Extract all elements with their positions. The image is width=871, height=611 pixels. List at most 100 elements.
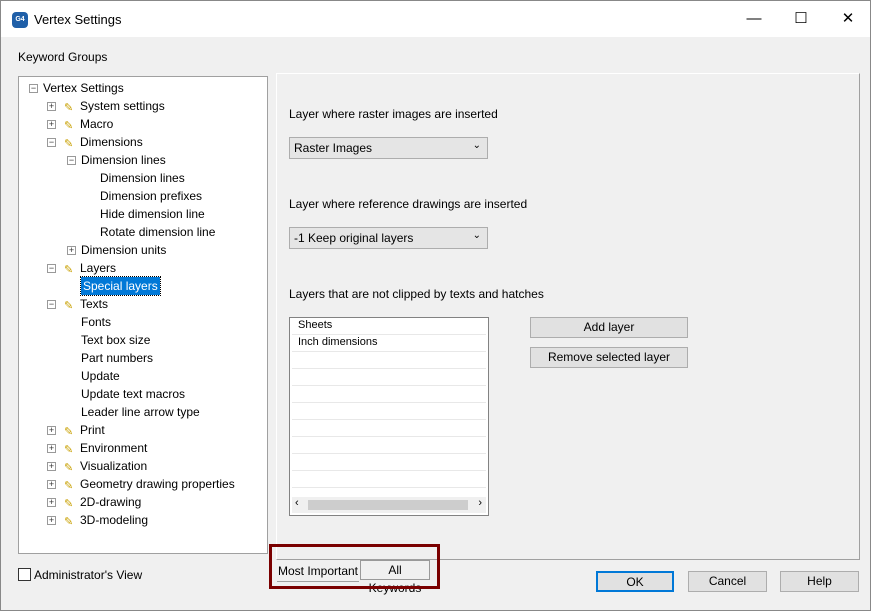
expand-icon[interactable]: +	[67, 246, 76, 255]
tree-node[interactable]: − Dimension lines	[19, 151, 267, 169]
keyword-groups-tree[interactable]: − Vertex Settings + ✎ System settings + ✎ Macro…	[18, 76, 268, 554]
tree-node[interactable]: + ✎ 3D-modeling	[19, 511, 267, 529]
keyword-groups-label: Keyword Groups	[18, 50, 108, 64]
window-title: Vertex Settings	[34, 12, 122, 27]
close-button[interactable]: ✕	[833, 7, 863, 31]
list-item[interactable]	[292, 437, 486, 454]
tree-node-label: Text box size	[81, 333, 151, 347]
tree-node-label: Update text macros	[81, 387, 186, 401]
tree-node[interactable]: + ✎ System settings	[19, 97, 267, 115]
list-item[interactable]: Inch dimensions	[292, 335, 486, 352]
keyword-group-icon: ✎	[64, 426, 74, 438]
collapse-icon[interactable]: −	[67, 156, 76, 165]
tree-node-label: System settings	[80, 99, 165, 113]
tree-node[interactable]: − ✎ Layers	[19, 259, 267, 277]
not-clipped-label: Layers that are not clipped by texts and…	[289, 287, 544, 301]
keyword-group-icon: ✎	[64, 516, 74, 528]
tree-node-label: Rotate dimension line	[100, 225, 216, 239]
horizontal-scrollbar[interactable]: ‹ ›	[292, 497, 486, 513]
tree-node[interactable]: Dimension lines	[19, 169, 267, 187]
tree-node[interactable]: + Dimension units	[19, 241, 267, 259]
administrators-view-checkbox[interactable]	[18, 568, 31, 581]
expand-icon[interactable]: +	[47, 480, 56, 489]
expand-icon[interactable]: +	[47, 426, 56, 435]
collapse-icon[interactable]: −	[47, 300, 56, 309]
scroll-right-icon[interactable]: ›	[478, 497, 482, 509]
list-item[interactable]	[292, 420, 486, 437]
keyword-group-icon: ✎	[64, 480, 74, 492]
keyword-group-icon: ✎	[64, 264, 74, 276]
list-item[interactable]	[292, 454, 486, 471]
expand-icon[interactable]: +	[47, 516, 56, 525]
expand-icon[interactable]: +	[47, 102, 56, 111]
tree-node[interactable]: Part numbers	[19, 349, 267, 367]
expand-icon[interactable]: +	[47, 498, 56, 507]
expand-icon[interactable]: +	[47, 120, 56, 129]
tree-node[interactable]: − ✎ Dimensions	[19, 133, 267, 151]
tree-node[interactable]: Dimension prefixes	[19, 187, 267, 205]
keyword-group-icon: ✎	[64, 120, 74, 132]
chevron-down-icon: ⌄	[472, 140, 481, 151]
tree-node-label: Geometry drawing properties	[80, 477, 235, 491]
tree-node[interactable]: + ✎ Macro	[19, 115, 267, 133]
tree-node-label: Dimension lines	[100, 171, 185, 185]
collapse-icon[interactable]: −	[47, 264, 56, 273]
keyword-group-icon: ✎	[64, 498, 74, 510]
collapse-icon[interactable]: −	[47, 138, 56, 147]
reference-layer-value: -1 Keep original layers	[294, 231, 414, 245]
tree-node[interactable]: − Vertex Settings	[19, 79, 267, 97]
tree-node-label: Dimension units	[81, 243, 167, 257]
ok-button[interactable]: OK	[596, 571, 674, 592]
tree-node[interactable]: + ✎ Print	[19, 421, 267, 439]
list-item[interactable]	[292, 386, 486, 403]
add-layer-button[interactable]: Add layer	[530, 317, 688, 338]
tree-node[interactable]: Leader line arrow type	[19, 403, 267, 421]
tree-node[interactable]: Rotate dimension line	[19, 223, 267, 241]
tree-node-label: Dimension prefixes	[100, 189, 203, 203]
list-item[interactable]: Sheets	[292, 318, 486, 335]
collapse-icon[interactable]: −	[29, 84, 38, 93]
help-button[interactable]: Help	[780, 571, 859, 592]
tree-node[interactable]: Hide dimension line	[19, 205, 267, 223]
raster-layer-value: Raster Images	[294, 141, 373, 155]
tree-node-label: 2D-drawing	[80, 495, 142, 509]
tree-node[interactable]: Update text macros	[19, 385, 267, 403]
tree-node[interactable]: Fonts	[19, 313, 267, 331]
list-item[interactable]	[292, 471, 486, 488]
keyword-group-icon: ✎	[64, 444, 74, 456]
tree-node[interactable]: − ✎ Texts	[19, 295, 267, 313]
app-icon: G4	[12, 12, 28, 28]
expand-icon[interactable]: +	[47, 462, 56, 471]
reference-layer-select[interactable]: -1 Keep original layers ⌄	[289, 227, 488, 249]
tree-node[interactable]: Special layers	[19, 276, 267, 296]
scroll-left-icon[interactable]: ‹	[295, 497, 299, 509]
cancel-button[interactable]: Cancel	[688, 571, 767, 592]
tree-node-label: Special layers	[80, 276, 161, 296]
tree-node-label: Hide dimension line	[100, 207, 205, 221]
tree-node-label: Macro	[80, 117, 114, 131]
expand-icon[interactable]: +	[47, 444, 56, 453]
minimize-button[interactable]: —	[739, 7, 769, 31]
not-clipped-layers-list[interactable]: Sheets Inch dimensions ‹ ›	[289, 317, 489, 516]
tree-node-label: Leader line arrow type	[81, 405, 200, 419]
scroll-thumb[interactable]	[308, 500, 468, 510]
tree-node[interactable]: Text box size	[19, 331, 267, 349]
keyword-group-icon: ✎	[64, 138, 74, 150]
tree-node[interactable]: + ✎ Geometry drawing properties	[19, 475, 267, 493]
raster-layer-select[interactable]: Raster Images ⌄	[289, 137, 488, 159]
tree-node[interactable]: + ✎ Environment	[19, 439, 267, 457]
tree-node[interactable]: + ✎ Visualization	[19, 457, 267, 475]
administrators-view-label: Administrator's View	[34, 568, 143, 582]
vertex-settings-dialog: G4 Vertex Settings — ☐ ✕ Keyword Groups …	[0, 0, 871, 611]
tree-node-label: Update	[81, 369, 120, 383]
list-item[interactable]	[292, 352, 486, 369]
remove-selected-layer-button[interactable]: Remove selected layer	[530, 347, 688, 368]
maximize-button[interactable]: ☐	[786, 7, 816, 31]
list-item[interactable]	[292, 403, 486, 420]
reference-layer-label: Layer where reference drawings are inser…	[289, 197, 528, 211]
list-item[interactable]	[292, 369, 486, 386]
tree-node-label: Fonts	[81, 315, 112, 329]
tree-node-label: Layers	[80, 261, 117, 275]
tree-node[interactable]: + ✎ 2D-drawing	[19, 493, 267, 511]
tree-node[interactable]: Update	[19, 367, 267, 385]
